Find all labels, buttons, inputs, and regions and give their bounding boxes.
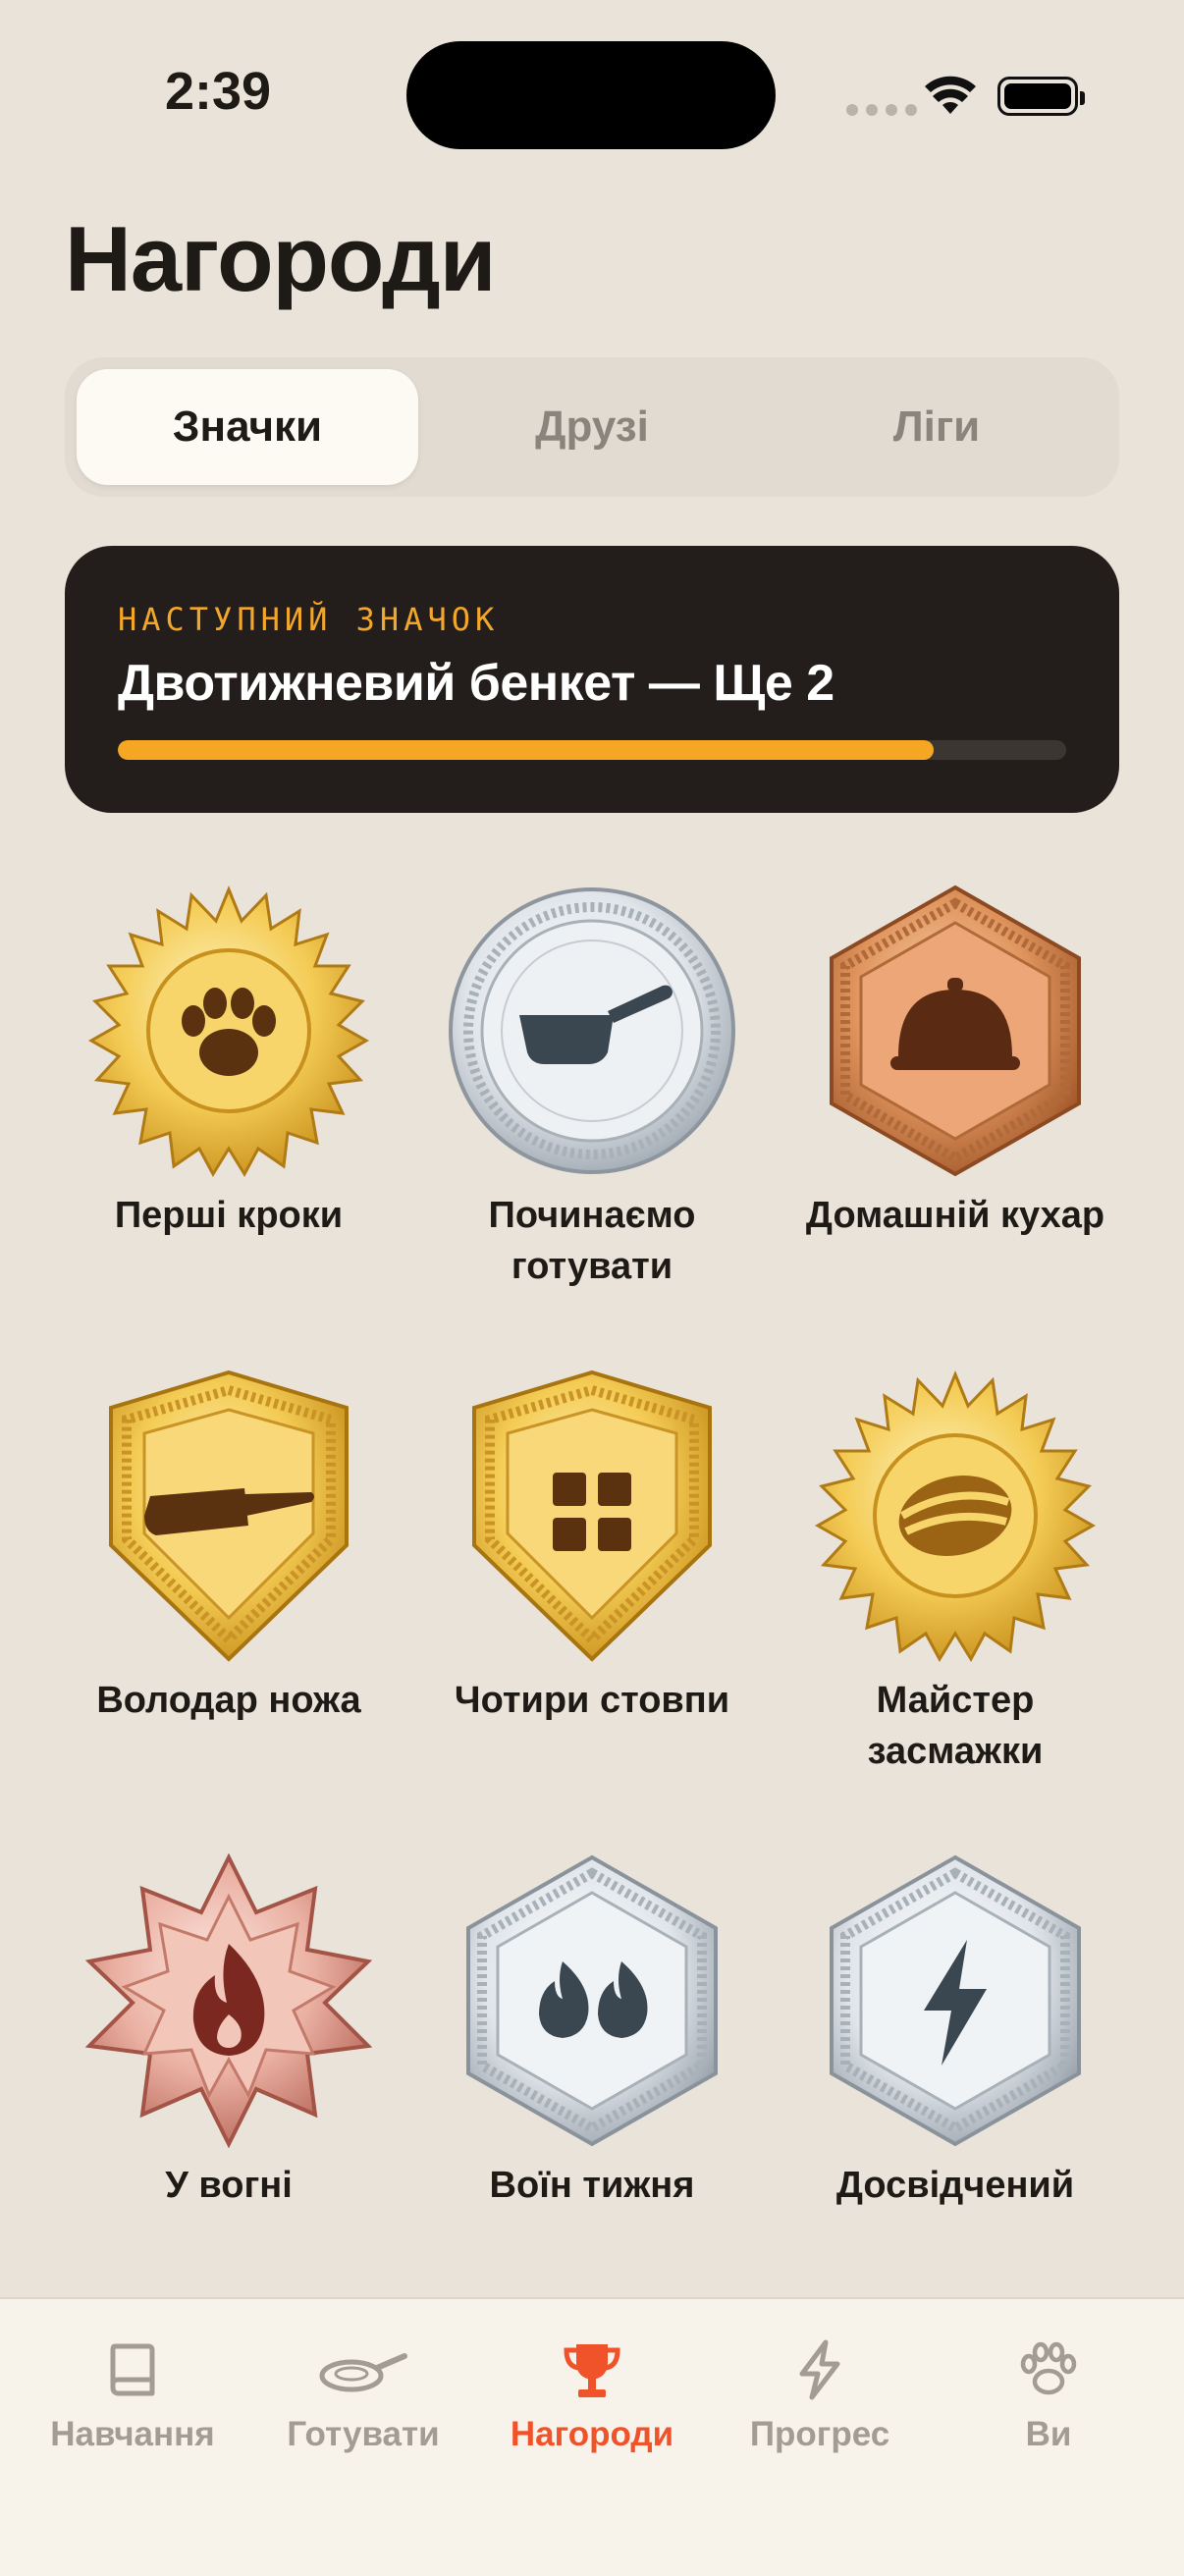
tab-label: Навчання xyxy=(50,2415,215,2453)
progress-fill xyxy=(118,740,934,760)
book-icon xyxy=(110,2343,155,2396)
rose-star-medal xyxy=(84,1853,373,2148)
silver-hexagon-medal xyxy=(830,1854,1081,2147)
badge-label: Досвідчений xyxy=(835,2165,1075,2206)
lightning-icon xyxy=(799,2339,840,2400)
tab-label: Готувати xyxy=(287,2415,440,2453)
status-bar: 2:39 xyxy=(0,0,1184,187)
gold-burst-medal xyxy=(814,1370,1097,1663)
tab-progress[interactable]: Прогрес xyxy=(712,2338,928,2454)
badge-label: Починаємо готувати xyxy=(488,1195,696,1287)
badge-label: Домашній кухар xyxy=(805,1195,1105,1236)
badge-label: Володар ножа xyxy=(96,1680,361,1721)
dynamic-island xyxy=(406,41,776,149)
segmented-control: Значки Друзі Ліги xyxy=(65,357,1119,497)
silver-coin-medal xyxy=(449,887,735,1174)
badge-label: У вогні xyxy=(165,2165,293,2206)
silver-hexagon-medal xyxy=(466,1854,718,2147)
tab-bar: Навчання Готувати Нагороди Прогрес Ви xyxy=(0,2297,1184,2576)
badge-label: Воїн тижня xyxy=(489,2165,695,2206)
badge-label: Майстер засмажки xyxy=(867,1680,1044,1772)
cellular-signal-icon xyxy=(846,104,917,116)
badge-home-cook[interactable]: Домашній кухар xyxy=(774,884,1137,1241)
trophy-icon xyxy=(564,2344,620,2397)
tab-cook[interactable]: Готувати xyxy=(255,2338,471,2454)
tab-friends[interactable]: Друзі xyxy=(421,369,763,485)
badge-start-cooking[interactable]: Починаємо готувати xyxy=(410,884,774,1292)
badge-sear-master[interactable]: Майстер засмажки xyxy=(774,1368,1137,1777)
page-title: Нагороди xyxy=(65,207,497,310)
tab-leagues[interactable]: Ліги xyxy=(766,369,1107,485)
wifi-icon xyxy=(925,76,976,114)
next-badge-caption: НАСТУПНИЙ ЗНАЧОК xyxy=(118,601,500,638)
gold-shield-medal xyxy=(472,1369,712,1662)
tab-learning[interactable]: Навчання xyxy=(25,2338,241,2454)
bronze-hexagon-medal xyxy=(830,885,1081,1177)
battery-icon xyxy=(997,77,1085,116)
next-badge-card[interactable]: НАСТУПНИЙ ЗНАЧОК Двотижневий бенкет — Ще… xyxy=(65,546,1119,813)
badge-label: Чотири стовпи xyxy=(454,1680,730,1721)
tab-label: Ви xyxy=(1025,2415,1072,2453)
pan-icon xyxy=(319,2353,407,2392)
tab-rewards[interactable]: Нагороди xyxy=(484,2338,700,2454)
tab-badges[interactable]: Значки xyxy=(77,369,418,485)
next-badge-name: Двотижневий бенкет — Ще 2 xyxy=(118,655,834,712)
tab-profile[interactable]: Ви xyxy=(941,2338,1157,2454)
badge-first-steps[interactable]: Перші кроки xyxy=(47,884,410,1241)
badge-experienced[interactable]: Досвідчений xyxy=(774,1853,1137,2211)
tab-label: Прогрес xyxy=(749,2415,890,2453)
status-time: 2:39 xyxy=(165,62,272,121)
badge-weekly-warrior[interactable]: Воїн тижня xyxy=(410,1853,774,2211)
tab-label: Нагороди xyxy=(510,2415,674,2453)
badge-four-pillars[interactable]: Чотири стовпи xyxy=(410,1368,774,1726)
paw-icon xyxy=(1020,2341,1077,2395)
gold-burst-medal xyxy=(87,886,370,1178)
badge-label: Перші кроки xyxy=(114,1195,344,1236)
badge-knife-master[interactable]: Володар ножа xyxy=(47,1368,410,1726)
gold-shield-medal xyxy=(109,1369,349,1662)
next-badge-progress xyxy=(118,740,1066,760)
badge-on-fire[interactable]: У вогні xyxy=(47,1853,410,2211)
